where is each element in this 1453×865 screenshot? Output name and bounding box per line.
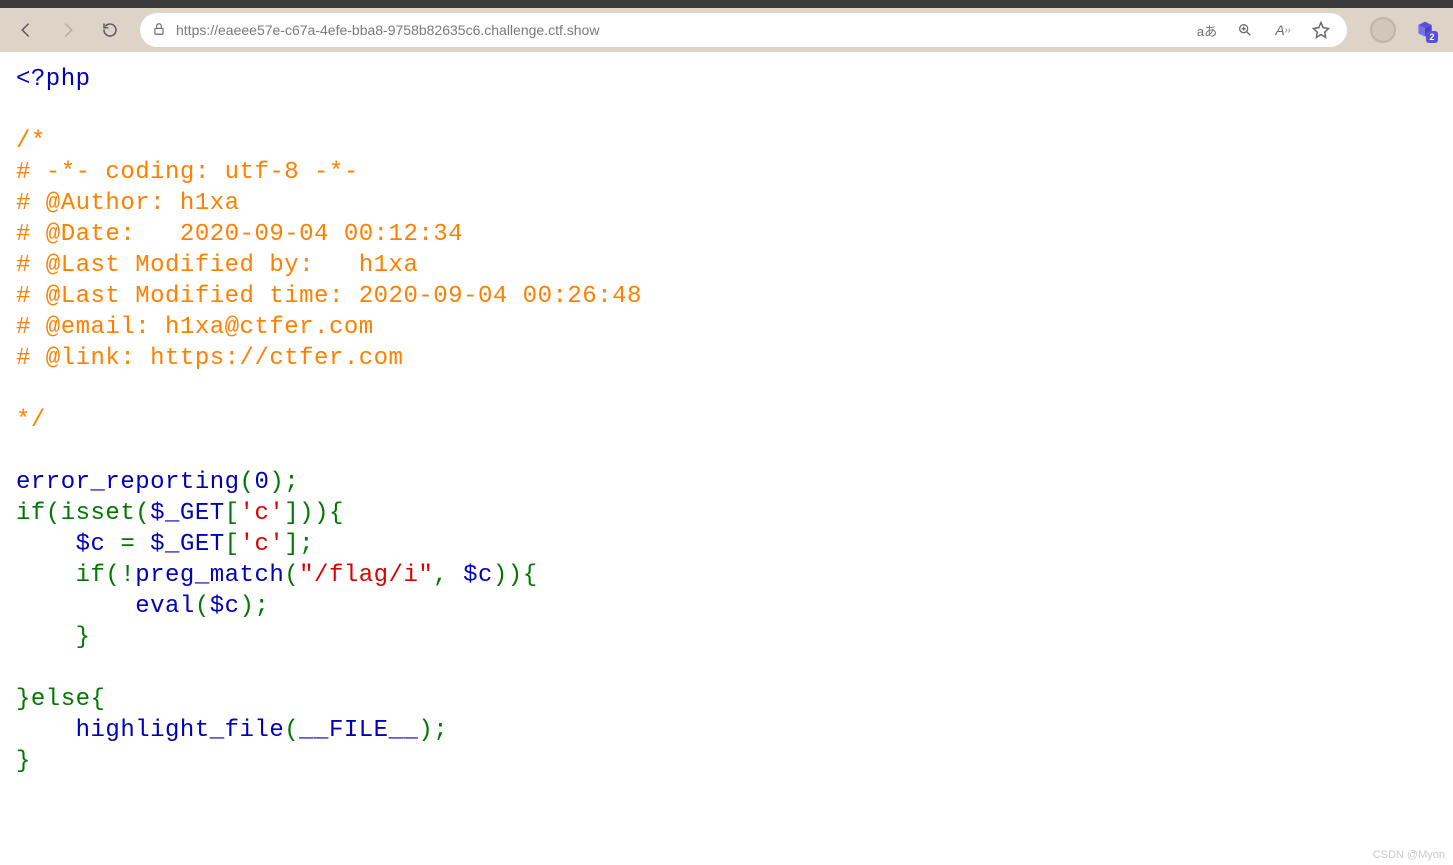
toolbar-right: 2 [1363,12,1445,48]
watermark: CSDN @Myon⁣ [1373,849,1445,861]
read-aloud-icon[interactable]: A›› [1269,16,1297,44]
browser-toolbar: https://eaeee57e-c67a-4efe-bba8-9758b826… [0,8,1453,52]
translate-icon[interactable]: aあ [1193,16,1221,44]
address-bar[interactable]: https://eaeee57e-c67a-4efe-bba8-9758b826… [140,13,1347,47]
forward-button[interactable] [50,12,86,48]
comment-block: /* # -*- coding: utf-8 -*- # @Author: h1… [16,128,642,434]
window-tabbar [0,0,1453,8]
kw-else: }else{ [16,686,105,713]
php-open-tag: <?php [16,66,91,93]
extension-button[interactable]: 2 [1405,12,1445,48]
fn-error-reporting: error_reporting [16,469,240,496]
favorite-icon[interactable] [1307,16,1335,44]
page-content: <?php /* # -*- coding: utf-8 -*- # @Auth… [0,52,1453,777]
back-button[interactable] [8,12,44,48]
extension-icon: 2 [1414,19,1436,41]
refresh-button[interactable] [92,12,128,48]
extension-badge: 2 [1426,31,1438,43]
zoom-icon[interactable] [1231,16,1259,44]
url-text: https://eaeee57e-c67a-4efe-bba8-9758b826… [176,22,1183,38]
profile-avatar-icon [1370,17,1396,43]
kw-if: if(isset( [16,500,150,527]
php-source: <?php /* # -*- coding: utf-8 -*- # @Auth… [16,64,1437,777]
profile-button[interactable] [1363,12,1403,48]
lock-icon [152,22,166,39]
